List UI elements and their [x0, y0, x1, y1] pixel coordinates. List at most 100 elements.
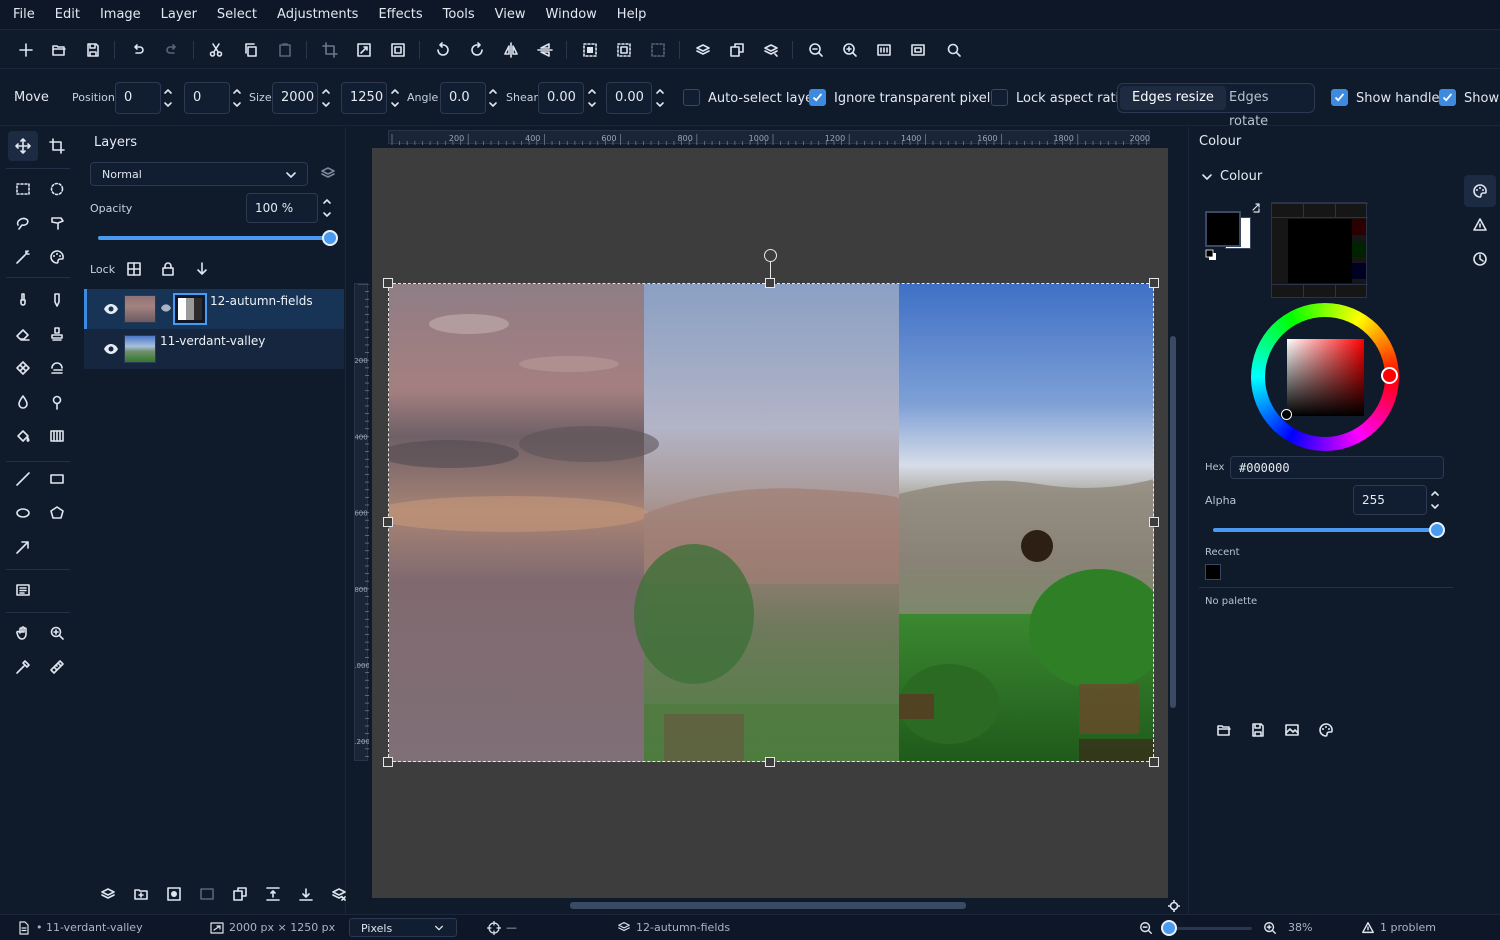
magic-wand-icon[interactable]: [8, 242, 38, 272]
swatch-center[interactable]: [1288, 219, 1352, 283]
zoom-slider-handle[interactable]: [1161, 920, 1177, 936]
handle-top[interactable]: [765, 278, 775, 288]
text-tool-icon[interactable]: [8, 575, 38, 605]
alpha-slider[interactable]: [1213, 522, 1445, 538]
search-icon[interactable]: [943, 39, 965, 61]
pencil-icon[interactable]: [42, 285, 72, 315]
lock-aspect-checkbox[interactable]: [991, 89, 1008, 106]
alpha-spinner[interactable]: [1429, 486, 1441, 514]
zoom-in-icon[interactable]: [839, 39, 861, 61]
swatch-cell[interactable]: [1352, 219, 1366, 235]
save-palette-icon[interactable]: [1250, 722, 1266, 738]
adjustments-tab-icon[interactable]: [1472, 217, 1488, 233]
resize-canvas-icon[interactable]: [387, 39, 409, 61]
zoom-out-icon[interactable]: [1139, 921, 1153, 935]
ignore-transparent-checkbox[interactable]: [809, 89, 826, 106]
polygon-tool-icon[interactable]: [42, 498, 72, 528]
colour-panel-tab-icon[interactable]: [1464, 175, 1496, 207]
edges-rotate-option[interactable]: Edges rotate: [1217, 86, 1314, 129]
palette-from-image-icon[interactable]: [1284, 722, 1300, 738]
size-height-spinner[interactable]: [389, 84, 401, 112]
layer-row[interactable]: 11-verdant-valley: [84, 329, 344, 369]
open-palette-icon[interactable]: [1216, 722, 1232, 738]
transform-bounding-box[interactable]: [388, 283, 1154, 762]
add-layer-icon[interactable]: [692, 39, 714, 61]
auto-select-layer-checkbox[interactable]: [683, 89, 700, 106]
add-mask-icon[interactable]: [166, 886, 182, 902]
rectangle-tool-icon[interactable]: [42, 464, 72, 494]
menu-view[interactable]: View: [485, 0, 536, 30]
opacity-slider-handle[interactable]: [322, 230, 338, 246]
zoom-in-icon[interactable]: [1263, 921, 1277, 935]
blur-drop-icon[interactable]: [8, 387, 38, 417]
menu-layer[interactable]: Layer: [151, 0, 207, 30]
move-layer-up-icon[interactable]: [265, 886, 281, 902]
swap-colours-icon[interactable]: [1251, 202, 1263, 214]
fit-window-icon[interactable]: [907, 39, 929, 61]
menu-window[interactable]: Window: [536, 0, 607, 30]
history-tab-icon[interactable]: [1472, 251, 1488, 267]
position-x-spinner[interactable]: [162, 84, 174, 112]
paste-icon[interactable]: [274, 39, 296, 61]
ruler-icon[interactable]: [42, 652, 72, 682]
layer-properties-icon[interactable]: [320, 165, 336, 181]
palette-settings-icon[interactable]: [1318, 722, 1334, 738]
line-tool-icon[interactable]: [8, 464, 38, 494]
angle-spinner[interactable]: [487, 84, 499, 112]
rotate-handle[interactable]: [764, 249, 777, 262]
open-folder-icon[interactable]: [48, 39, 70, 61]
save-icon[interactable]: [82, 39, 104, 61]
recent-colour-swatch[interactable]: [1205, 564, 1221, 580]
menu-adjustments[interactable]: Adjustments: [267, 0, 368, 30]
menu-file[interactable]: File: [3, 0, 45, 30]
actual-size-icon[interactable]: [873, 39, 895, 61]
rect-select-icon[interactable]: [8, 174, 38, 204]
layer-mask-thumbnail[interactable]: [173, 293, 207, 325]
lock-icon[interactable]: [160, 261, 176, 277]
opacity-slider[interactable]: [98, 230, 338, 246]
units-select[interactable]: Pixels: [349, 918, 457, 937]
reset-view-icon[interactable]: [1168, 900, 1180, 912]
blend-mode-select[interactable]: Normal: [90, 162, 308, 186]
lock-position-icon[interactable]: [194, 261, 210, 277]
polygon-lasso-icon[interactable]: [42, 208, 72, 238]
problems-count[interactable]: 1 problem: [1380, 921, 1436, 934]
hue-wheel[interactable]: [1251, 303, 1399, 451]
show-more-checkbox[interactable]: [1439, 89, 1456, 106]
handle-right[interactable]: [1149, 517, 1159, 527]
swatch-cell[interactable]: [1352, 263, 1366, 279]
lasso-icon[interactable]: [8, 208, 38, 238]
add-layer-icon[interactable]: [100, 886, 116, 902]
size-width-spinner[interactable]: [320, 84, 332, 112]
clone-stamp-icon[interactable]: [42, 319, 72, 349]
edges-resize-option[interactable]: Edges resize: [1120, 86, 1226, 110]
rotate-cw-icon[interactable]: [466, 39, 488, 61]
ellipse-tool-icon[interactable]: [8, 498, 38, 528]
swatch-cell[interactable]: [1352, 241, 1366, 257]
colour-swatch-grid[interactable]: [1271, 202, 1368, 298]
zoom-tool-icon[interactable]: [42, 618, 72, 648]
show-handles-checkbox[interactable]: [1331, 89, 1348, 106]
move-tool-icon[interactable]: [8, 131, 38, 161]
lock-pixels-icon[interactable]: [126, 261, 142, 277]
opacity-input[interactable]: 100 %: [246, 193, 318, 223]
mask-link-eye-icon[interactable]: [160, 303, 172, 313]
opacity-spinner[interactable]: [321, 194, 333, 222]
duplicate-layer-icon[interactable]: [726, 39, 748, 61]
delete-layer-icon[interactable]: [331, 886, 347, 902]
ellipse-select-icon[interactable]: [42, 174, 72, 204]
cut-icon[interactable]: [205, 39, 227, 61]
flip-horizontal-icon[interactable]: [500, 39, 522, 61]
handle-top-right[interactable]: [1149, 278, 1159, 288]
handle-bottom-right[interactable]: [1149, 757, 1159, 767]
gradient-icon[interactable]: [42, 421, 72, 451]
reset-colours-icon[interactable]: [1205, 249, 1217, 261]
menu-tools[interactable]: Tools: [433, 0, 485, 30]
layer-row[interactable]: 12-autumn-fields: [84, 289, 344, 329]
menu-edit[interactable]: Edit: [45, 0, 90, 30]
arrow-tool-icon[interactable]: [8, 532, 38, 562]
add-group-icon[interactable]: [133, 886, 149, 902]
menu-image[interactable]: Image: [90, 0, 151, 30]
vertical-scrollbar[interactable]: [1170, 336, 1176, 708]
handle-top-left[interactable]: [383, 278, 393, 288]
